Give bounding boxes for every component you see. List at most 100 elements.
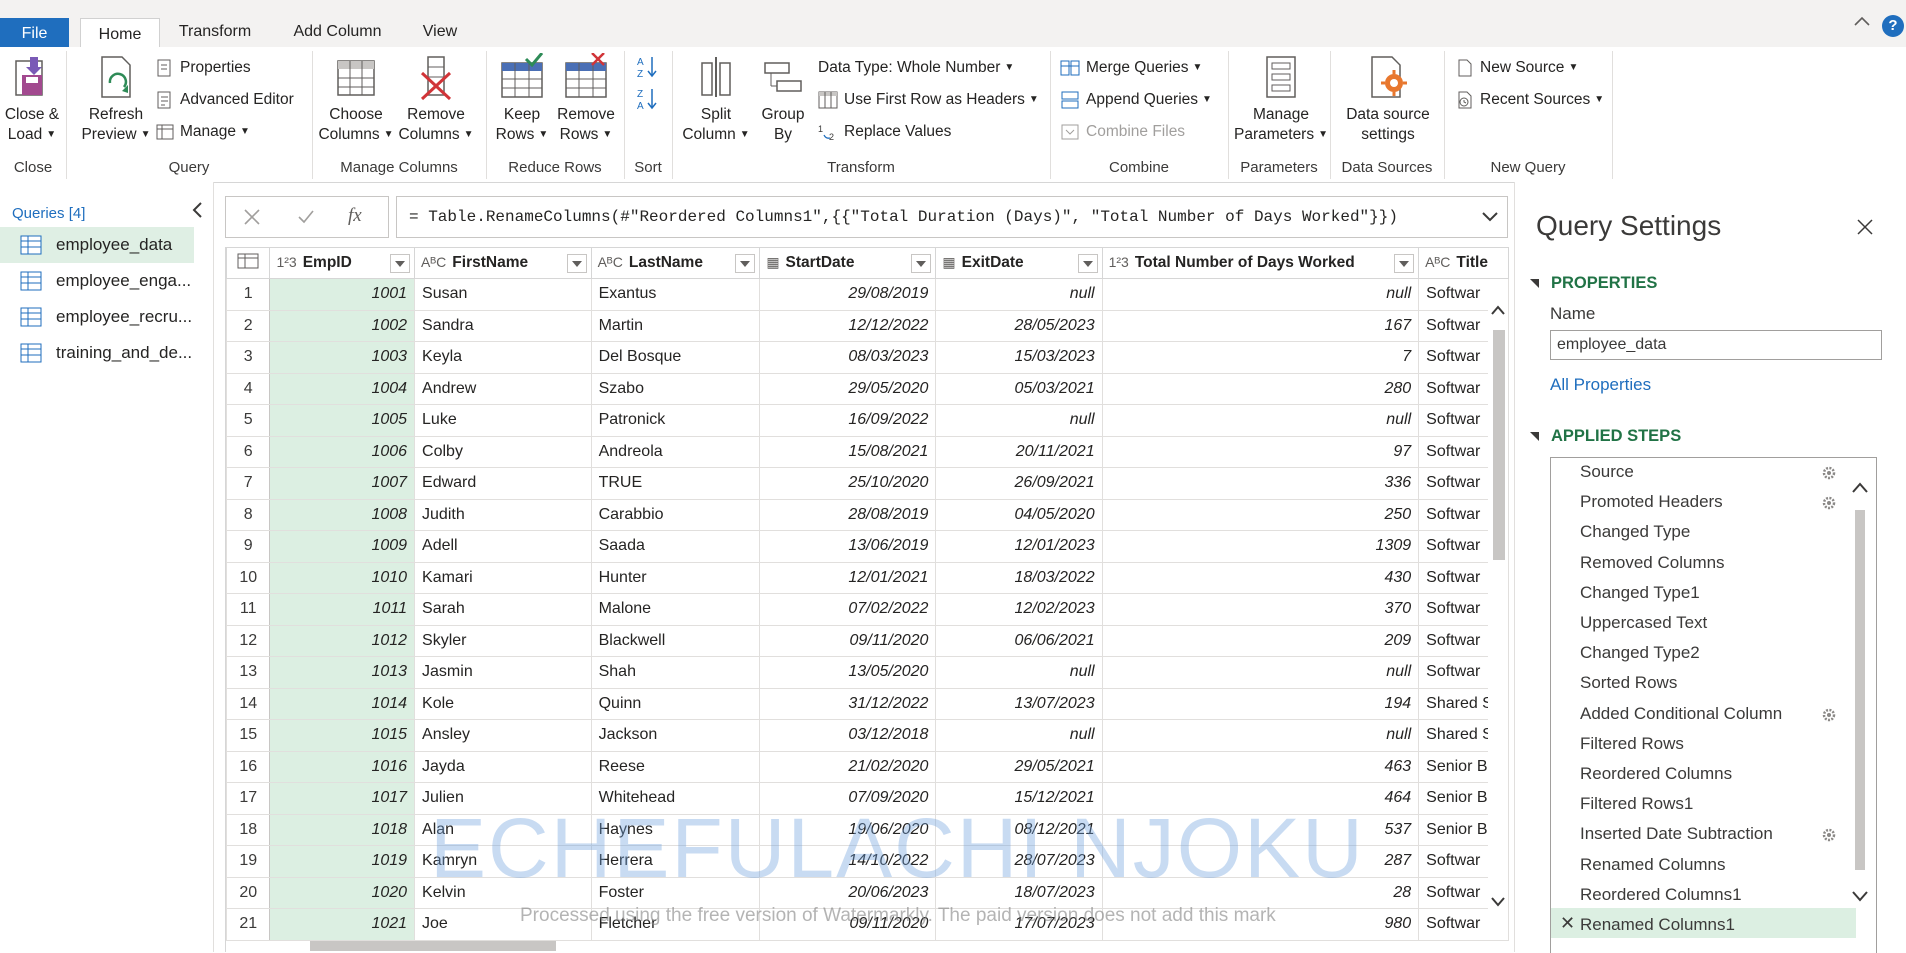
table-cell[interactable]: null <box>935 278 1103 311</box>
table-cell[interactable]: 1003 <box>269 341 416 374</box>
table-cell[interactable]: 250 <box>1101 498 1420 531</box>
manage-parameters-button[interactable]: Manage Parameters ▼ <box>1232 53 1330 145</box>
data-type-dropdown[interactable]: Data Type: Whole Number ▼ <box>818 55 1014 81</box>
table-cell[interactable]: Blackwell <box>590 624 761 657</box>
advanced-editor-button[interactable]: Advanced Editor <box>156 87 294 113</box>
help-icon[interactable]: ? <box>1882 15 1904 37</box>
tab-add-column[interactable]: Add Column <box>280 16 395 47</box>
step-settings-gear-icon[interactable] <box>1821 827 1837 843</box>
combine-files-button[interactable]: Combine Files <box>1060 119 1185 145</box>
table-cell[interactable]: Andrew <box>414 372 592 405</box>
column-header[interactable]: ▦ ExitDate <box>935 247 1103 279</box>
table-cell[interactable]: Carabbio <box>590 498 761 531</box>
column-type-icon[interactable]: 1²3 <box>1109 254 1129 270</box>
table-cell[interactable]: 13/05/2020 <box>759 656 937 689</box>
row-number[interactable]: 14 <box>226 687 271 720</box>
cancel-icon[interactable] <box>242 207 262 227</box>
tab-transform[interactable]: Transform <box>170 16 260 47</box>
row-number[interactable]: 17 <box>226 782 271 815</box>
table-cell[interactable]: 1013 <box>269 656 416 689</box>
filter-dropdown-icon[interactable] <box>1394 254 1415 273</box>
delete-step-icon[interactable]: ✕ <box>1560 913 1575 934</box>
formula-input[interactable]: = Table.RenameColumns(#"Reordered Column… <box>396 196 1508 238</box>
table-cell[interactable]: TRUE <box>590 467 761 500</box>
table-cell[interactable]: 31/12/2022 <box>759 687 937 720</box>
column-header[interactable]: 1²3 Total Number of Days Worked <box>1101 247 1420 279</box>
table-cell[interactable]: Jayda <box>414 750 592 783</box>
table-cell[interactable]: 15/03/2023 <box>935 341 1103 374</box>
filter-dropdown-icon[interactable] <box>1077 254 1098 273</box>
table-cell[interactable]: 1018 <box>269 813 416 846</box>
group-by-button[interactable]: Group By <box>754 53 812 145</box>
split-column-button[interactable]: Split Column ▼ <box>678 53 754 145</box>
table-cell[interactable]: 28/05/2023 <box>935 309 1103 342</box>
table-cell[interactable]: 1010 <box>269 561 416 594</box>
replace-values-button[interactable]: 1 2 Replace Values <box>818 119 951 145</box>
table-cell[interactable]: Sandra <box>414 309 592 342</box>
row-number[interactable]: 6 <box>226 435 271 468</box>
table-cell[interactable]: Colby <box>414 435 592 468</box>
table-cell[interactable]: null <box>1101 278 1420 311</box>
remove-rows-button[interactable]: Remove Rows ▼ <box>554 53 618 145</box>
table-cell[interactable]: Exantus <box>590 278 761 311</box>
table-cell[interactable]: 1002 <box>269 309 416 342</box>
column-header[interactable]: ▦ StartDate <box>759 247 937 279</box>
table-cell[interactable]: Sarah <box>414 593 592 626</box>
table-cell[interactable]: null <box>935 404 1103 437</box>
row-number[interactable]: 12 <box>226 624 271 657</box>
table-cell[interactable]: 29/05/2020 <box>759 372 937 405</box>
table-cell[interactable]: Kole <box>414 687 592 720</box>
column-header[interactable]: AᴮC Title <box>1418 247 1509 279</box>
table-cell[interactable]: null <box>1101 719 1420 752</box>
table-cell[interactable]: 26/09/2021 <box>935 467 1103 500</box>
query-item[interactable]: employee_recru... <box>0 299 213 335</box>
column-type-icon[interactable]: ▦ <box>766 254 779 270</box>
table-cell[interactable]: 12/01/2023 <box>935 530 1103 563</box>
table-cell[interactable]: Kamari <box>414 561 592 594</box>
table-cell[interactable]: 07/02/2022 <box>759 593 937 626</box>
table-cell[interactable]: 209 <box>1101 624 1420 657</box>
query-name-field[interactable]: employee_data <box>1550 330 1882 360</box>
table-cell[interactable]: 1008 <box>269 498 416 531</box>
table-cell[interactable]: 13/06/2019 <box>759 530 937 563</box>
new-source-button[interactable]: New Source ▼ <box>1456 55 1578 81</box>
table-cell[interactable]: 370 <box>1101 593 1420 626</box>
column-type-icon[interactable]: AᴮC <box>598 254 623 270</box>
sort-ascending-icon[interactable]: A Z <box>636 55 658 79</box>
applied-step[interactable]: Changed Type1 <box>1580 583 1700 603</box>
queries-header[interactable]: Queries [4] <box>12 205 85 222</box>
row-number[interactable]: 7 <box>226 467 271 500</box>
row-number[interactable]: 13 <box>226 656 271 689</box>
applied-step[interactable]: Changed Type <box>1580 522 1690 542</box>
refresh-preview-button[interactable]: Refresh Preview ▼ <box>76 53 156 145</box>
row-number[interactable]: 2 <box>226 309 271 342</box>
table-cell[interactable]: 15/08/2021 <box>759 435 937 468</box>
table-cell[interactable]: Keyla <box>414 341 592 374</box>
table-cell[interactable]: Reese <box>590 750 761 783</box>
table-cell[interactable]: Patronick <box>590 404 761 437</box>
row-number[interactable]: 19 <box>226 845 271 878</box>
table-cell[interactable]: 1014 <box>269 687 416 720</box>
table-cell[interactable]: 1016 <box>269 750 416 783</box>
table-cell[interactable]: 1011 <box>269 593 416 626</box>
table-cell[interactable]: 16/09/2022 <box>759 404 937 437</box>
table-cell[interactable]: 430 <box>1101 561 1420 594</box>
table-cell[interactable]: Adell <box>414 530 592 563</box>
table-cell[interactable]: Quinn <box>590 687 761 720</box>
table-cell[interactable]: 167 <box>1101 309 1420 342</box>
properties-section-header[interactable]: PROPERTIES <box>1530 274 1657 293</box>
table-cell[interactable]: Saada <box>590 530 761 563</box>
table-cell[interactable]: Skyler <box>414 624 592 657</box>
tab-view[interactable]: View <box>410 16 470 47</box>
commit-check-icon[interactable] <box>296 207 316 227</box>
row-number[interactable]: 11 <box>226 593 271 626</box>
row-number[interactable]: 5 <box>226 404 271 437</box>
table-cell[interactable]: null <box>935 656 1103 689</box>
table-cell[interactable]: 06/06/2021 <box>935 624 1103 657</box>
table-cell[interactable]: 09/11/2020 <box>759 624 937 657</box>
vertical-scroll-thumb[interactable] <box>1493 330 1505 560</box>
table-cell[interactable]: 12/12/2022 <box>759 309 937 342</box>
applied-step[interactable]: Renamed Columns1 <box>1580 915 1735 935</box>
applied-step[interactable]: Source <box>1580 462 1634 482</box>
table-cell[interactable]: 1019 <box>269 845 416 878</box>
